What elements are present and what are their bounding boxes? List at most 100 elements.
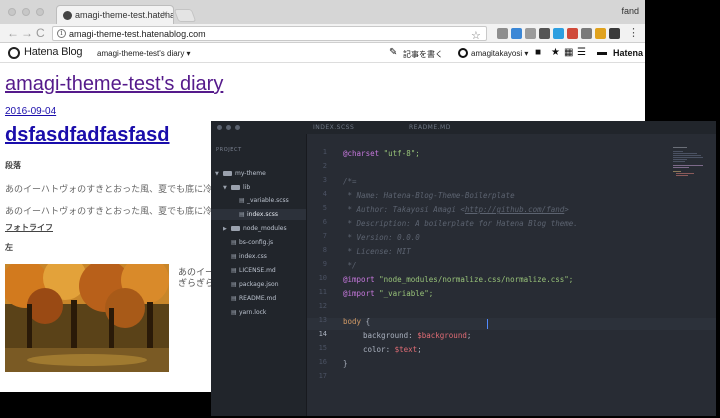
line-number: 17 [318, 372, 327, 380]
window-zoom-button[interactable] [36, 8, 44, 16]
code-line: * License: MIT [343, 247, 411, 256]
tree-folder[interactable]: ▼ my-theme [215, 170, 266, 178]
file-icon: ▤ [231, 295, 237, 302]
editor-window: INDEX.SCSS README.MD PROJECT ▼ my-theme ▼… [211, 121, 716, 416]
back-icon[interactable]: ← [7, 26, 19, 40]
file-icon: ▤ [239, 211, 245, 218]
tree-file[interactable]: ▤ yarn.lock [231, 309, 266, 317]
editor-close-button[interactable] [217, 125, 222, 130]
code-line: color: $text; [363, 345, 422, 354]
post-date-link[interactable]: 2016-09-04 [5, 106, 56, 117]
notification-icon[interactable]: ☰ [577, 48, 586, 58]
tree-file[interactable]: ▤ LICENSE.md [231, 267, 276, 275]
code-line: * Name: Hatena-Blog-Theme-Boilerplate [343, 191, 515, 200]
line-number-gutter: 1 2 3 4 5 6 7 8 9 10 11 12 13 14 15 16 1… [307, 134, 327, 416]
user-menu[interactable]: amagitakayosi ▾ [471, 49, 528, 58]
file-icon: ▤ [239, 197, 245, 204]
line-number: 9 [322, 260, 327, 268]
extension-icon[interactable] [595, 28, 606, 39]
tree-file[interactable]: ▤ _variable.scss [239, 197, 289, 205]
extension-icon[interactable] [609, 28, 620, 39]
line-number: 13 [318, 316, 327, 324]
star-icon[interactable]: ★ [551, 48, 560, 58]
extension-icon[interactable] [525, 28, 536, 39]
code-line: background: $background; [363, 331, 472, 340]
browser-menu-icon[interactable]: ⋮ [628, 26, 639, 39]
avatar[interactable] [458, 48, 468, 58]
tab-readme[interactable]: README.MD [409, 124, 451, 131]
photo-life-heading[interactable]: フォトライフ [5, 222, 53, 233]
forward-icon[interactable]: → [21, 26, 33, 40]
profile-name[interactable]: fand [621, 6, 639, 16]
extension-icon[interactable] [553, 28, 564, 39]
message-icon[interactable]: ▬ [597, 48, 607, 58]
file-icon: ▤ [231, 267, 237, 274]
write-article-link[interactable]: 記事を書く [403, 49, 443, 60]
code-line: @charset "utf-8"; [343, 149, 420, 158]
bookmark-icon[interactable]: ■ [535, 48, 541, 58]
folder-icon [231, 185, 240, 190]
file-icon: ▤ [231, 239, 237, 246]
tree-folder[interactable]: ▼ lib [223, 184, 250, 192]
folder-icon [231, 226, 240, 231]
folder-icon [223, 171, 232, 176]
apps-grid-icon[interactable]: ▦ [564, 48, 573, 58]
code-line: } [343, 359, 348, 368]
tree-file[interactable]: ▤ package.json [231, 281, 279, 289]
blog-select-dropdown[interactable]: amagi-theme-test's diary ▾ [97, 49, 191, 58]
line-number: 16 [318, 358, 327, 366]
tree-file[interactable]: ▤ README.md [231, 295, 276, 303]
hatena-blog-logo[interactable]: Hatena Blog [24, 46, 83, 58]
line-number: 2 [322, 162, 327, 170]
extension-icon[interactable] [581, 28, 592, 39]
window-minimize-button[interactable] [22, 8, 30, 16]
address-bar[interactable]: i amagi-theme-test.hatenablog.com ☆ [52, 26, 487, 42]
tree-file[interactable]: ▤ index.scss [239, 211, 278, 219]
tree-file[interactable]: ▤ index.css [231, 253, 267, 261]
info-icon[interactable]: i [57, 29, 66, 38]
autumn-trees-photo[interactable] [5, 264, 169, 372]
edit-pen-icon[interactable]: ✎ [389, 48, 397, 58]
line-number: 3 [322, 176, 327, 184]
line-number: 12 [318, 302, 327, 310]
code-line: /*= [343, 177, 357, 186]
bookmark-star-icon[interactable]: ☆ [471, 29, 481, 42]
browser-tab-title: amagi-theme-test.hatenablog.com [75, 10, 174, 20]
code-line: @import "node_modules/normalize.css/norm… [343, 275, 574, 284]
file-icon: ▤ [231, 281, 237, 288]
text-cursor [487, 319, 488, 329]
align-left-label: 左 [5, 243, 13, 252]
file-icon: ▤ [231, 309, 237, 316]
browser-tab[interactable]: amagi-theme-test.hatenablog.com × [56, 5, 174, 24]
new-tab-button[interactable] [173, 9, 197, 22]
close-tab-icon[interactable]: × [162, 9, 168, 20]
hatena-logo-icon[interactable] [8, 47, 20, 59]
reload-icon[interactable]: C [36, 26, 45, 40]
editor-zoom-button[interactable] [235, 125, 240, 130]
address-url: amagi-theme-test.hatenablog.com [69, 29, 206, 39]
line-number: 5 [322, 204, 327, 212]
minimap[interactable] [673, 145, 707, 189]
code-line: @import "_variable"; [343, 289, 434, 298]
editor-minimize-button[interactable] [226, 125, 231, 130]
tree-file[interactable]: ▤ bs-config.js [231, 239, 273, 247]
code-line: * Author: Takayosi Amagi <http://github.… [343, 205, 569, 214]
browser-toolbar: ← → C i amagi-theme-test.hatenablog.com … [0, 24, 645, 43]
tab-index-scss[interactable]: INDEX.SCSS [313, 124, 354, 131]
line-number: 4 [322, 190, 327, 198]
window-close-button[interactable] [8, 8, 16, 16]
code-line: * Version: 0.0.0 [343, 233, 420, 242]
extension-icon[interactable] [511, 28, 522, 39]
blog-title-link[interactable]: amagi-theme-test's diary [5, 73, 223, 96]
tree-folder[interactable]: ▶ node_modules [223, 225, 287, 233]
post-title-link[interactable]: dsfasdfadfasfasd [5, 124, 170, 147]
extension-icon[interactable] [539, 28, 550, 39]
section-heading: 段落 [5, 161, 21, 170]
project-tree-panel: PROJECT ▼ my-theme ▼ lib ▤ _variable.scss ▤… [211, 134, 307, 416]
extension-icon[interactable] [497, 28, 508, 39]
hatena-global-header: Hatena Blog amagi-theme-test's diary ▾ ✎… [0, 43, 645, 63]
author-url-link[interactable]: http://github.com/fand [465, 205, 564, 214]
hatena-brand-link[interactable]: Hatena [613, 48, 643, 58]
extension-icon[interactable] [567, 28, 578, 39]
line-number: 11 [318, 288, 327, 296]
